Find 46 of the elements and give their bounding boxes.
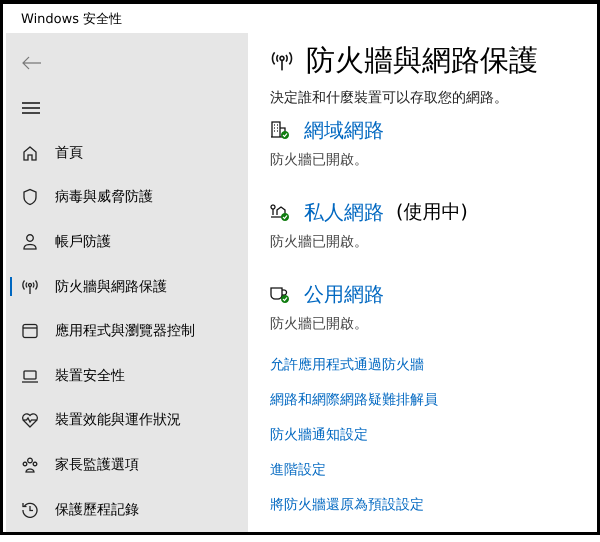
nav-item[interactable]: 帳戶防護	[6, 220, 248, 264]
nav-label: 保護歷程記錄	[55, 500, 139, 519]
family-icon	[21, 456, 39, 474]
nav-item[interactable]: 應用程式與瀏覽器控制	[6, 308, 248, 354]
shield-icon	[21, 188, 39, 206]
history-icon	[21, 500, 39, 519]
nav-item[interactable]: 病毒與威脅防護	[6, 174, 248, 220]
antenna-icon	[21, 278, 39, 296]
person-icon	[21, 232, 39, 251]
building-check-icon	[270, 120, 290, 140]
network-link[interactable]: 公用網路	[304, 280, 384, 308]
heart-pulse-icon	[21, 411, 39, 430]
nav-item[interactable]: 裝置效能與運作狀況	[6, 398, 248, 443]
nav-label: 家長監護選項	[55, 456, 139, 474]
status-text: 防火牆已開啟。	[270, 233, 369, 251]
page-description: 決定誰和什麼裝置可以存取您的網路。	[270, 89, 509, 107]
network-link[interactable]: 私人網路	[304, 198, 384, 226]
nav-item[interactable]: 保護歷程記錄	[6, 487, 248, 532]
settings-link[interactable]: 網路和網際網路疑難排解員	[270, 382, 438, 417]
nav-label: 裝置安全性	[55, 366, 125, 385]
nav-label: 防火牆與網路保護	[55, 278, 167, 296]
nav-item[interactable]: 防火牆與網路保護	[6, 264, 248, 309]
nav-label: 首頁	[55, 144, 83, 162]
nav-label: 應用程式與瀏覽器控制	[55, 322, 195, 340]
settings-link[interactable]: 進階設定	[270, 452, 326, 487]
settings-link[interactable]: 允許應用程式通過防火牆	[270, 347, 424, 382]
menu-icon[interactable]	[22, 102, 40, 114]
status-text: 防火牆已開啟。	[270, 151, 369, 169]
settings-link[interactable]: 將防火牆還原為預設設定	[270, 487, 424, 522]
home-network-check-icon	[270, 202, 290, 222]
antenna-icon	[270, 49, 294, 73]
status-text: 防火牆已開啟。	[270, 315, 369, 333]
window-title: Windows 安全性	[21, 10, 122, 28]
nav-item[interactable]: 裝置安全性	[6, 353, 248, 398]
nav-label: 裝置效能與運作狀況	[55, 411, 181, 430]
active-label: (使用中)	[396, 200, 468, 225]
home-icon	[21, 144, 39, 162]
nav-label: 病毒與威脅防護	[55, 188, 153, 206]
window-icon	[21, 322, 39, 340]
page-title: 防火牆與網路保護	[306, 42, 538, 79]
settings-link[interactable]: 防火牆通知設定	[270, 417, 368, 452]
network-link[interactable]: 網域網路	[304, 116, 384, 144]
back-icon[interactable]	[22, 56, 42, 70]
nav-label: 帳戶防護	[55, 232, 111, 251]
nav-item[interactable]: 家長監護選項	[6, 442, 248, 488]
nav-item[interactable]: 首頁	[6, 130, 248, 175]
